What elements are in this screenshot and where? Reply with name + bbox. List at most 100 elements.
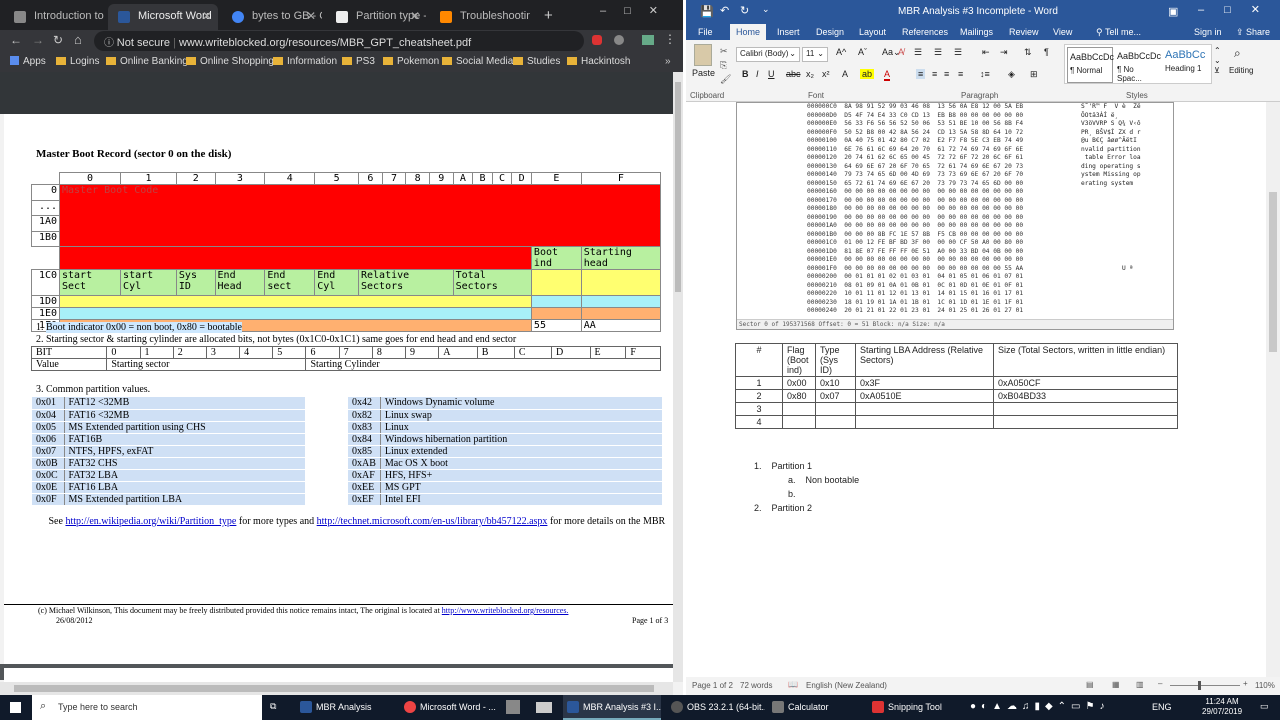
language[interactable]: English (New Zealand) [806, 681, 887, 690]
horizontal-scrollbar[interactable] [0, 682, 673, 695]
zoom-level[interactable]: 110% [1255, 681, 1275, 690]
tab-mailings[interactable]: Mailings [960, 27, 993, 37]
tab-design[interactable]: Design [816, 27, 844, 37]
increase-indent-icon[interactable]: ⇥ [1000, 47, 1008, 58]
table-cell[interactable]: 0xB04BD33 [993, 389, 1178, 403]
decrease-indent-icon[interactable]: ⇤ [982, 47, 990, 58]
tab-2[interactable]: bytes to GB - Goo...✕ [222, 4, 322, 30]
tab-layout[interactable]: Layout [859, 27, 886, 37]
align-center-icon[interactable]: ≡ [932, 69, 937, 79]
bookmark[interactable]: Information [273, 56, 337, 67]
subscript-icon[interactable]: x₂ [806, 69, 814, 79]
align-left-icon[interactable]: ≡ [916, 69, 926, 79]
share-button[interactable]: ⇪ Share [1236, 27, 1270, 38]
home-icon[interactable]: ⌂ [74, 32, 82, 47]
list-item[interactable]: 1. Partition 1 [754, 461, 812, 471]
read-mode-icon[interactable]: ▤ [1086, 680, 1094, 689]
save-icon[interactable]: 💾 [700, 5, 714, 18]
list-item[interactable]: b. [788, 489, 806, 499]
tab-0[interactable]: Introduction to P... [4, 4, 104, 30]
notification-icon[interactable]: ▭ [1260, 701, 1269, 712]
window-controls[interactable]: –□✕ [1198, 3, 1280, 16]
close-icon[interactable]: ✕ [202, 9, 212, 23]
multilevel-list-icon[interactable]: ☰ [954, 47, 962, 58]
more-bookmarks-icon[interactable]: » [665, 56, 671, 67]
bookmark[interactable]: Online Shopping [186, 56, 274, 67]
format-painter-icon[interactable]: 🖌 [720, 74, 731, 85]
print-layout-icon[interactable]: ▦ [1112, 680, 1120, 689]
editing-group-label[interactable]: Editing [1229, 66, 1253, 75]
word-count[interactable]: 72 words [740, 681, 772, 690]
grow-font-icon[interactable]: A^ [836, 47, 846, 57]
text-effects-icon[interactable]: A [842, 69, 848, 79]
underline-icon[interactable]: U [768, 69, 775, 79]
highlight-icon[interactable]: ab [860, 69, 875, 79]
vertical-scrollbar[interactable] [673, 72, 683, 682]
tab-home[interactable]: Home [730, 24, 767, 40]
proofing-icon[interactable]: 📖 [788, 680, 798, 689]
table-cell[interactable]: 0x07 [815, 389, 856, 403]
superscript-icon[interactable]: x² [822, 69, 830, 79]
zoom-slider[interactable] [1170, 681, 1240, 690]
bookmark[interactable]: Logins [56, 56, 99, 67]
undo-icon[interactable]: ↶ [720, 4, 729, 17]
shading-icon[interactable]: ◈ [1008, 69, 1015, 80]
quick-access-icon[interactable]: ⌄ [762, 4, 770, 15]
taskbar-item[interactable]: MBR Analysis [296, 695, 394, 720]
font-size-select[interactable]: 11 ⌄ [802, 47, 828, 62]
sign-in[interactable]: Sign in [1194, 27, 1222, 37]
tell-me[interactable]: ⚲ Tell me... [1096, 27, 1141, 38]
clear-format-icon[interactable]: A̸ [898, 47, 904, 57]
address-bar[interactable]: ⓘ Not secure | www.writeblocked.org/reso… [94, 31, 584, 51]
table-cell[interactable]: 0x3F [855, 376, 994, 390]
zoom-in-icon[interactable]: + [1243, 679, 1248, 688]
scroll-thumb[interactable] [675, 82, 681, 292]
web-layout-icon[interactable]: ▥ [1136, 680, 1144, 689]
search-box[interactable]: ⌕ Type here to search [32, 695, 262, 720]
tab-file[interactable]: File [698, 27, 713, 37]
zoom-out-icon[interactable]: – [1158, 679, 1162, 688]
font-color-icon[interactable]: A [884, 69, 891, 81]
window-controls[interactable]: –□✕ [600, 4, 676, 17]
back-icon[interactable]: ← [10, 33, 22, 47]
shrink-font-icon[interactable]: Aˇ [858, 47, 867, 57]
menu-icon[interactable]: ⋮ [664, 32, 676, 46]
clock[interactable]: 11:24 AM 29/07/2019 [1202, 697, 1242, 717]
word-vscroll[interactable] [1266, 102, 1280, 677]
paste-icon[interactable] [694, 44, 712, 66]
find-icon[interactable]: ⌕ [1234, 46, 1241, 61]
sort-icon[interactable]: ⇅ [1024, 47, 1032, 58]
justify-icon[interactable]: ≡ [958, 69, 963, 79]
table-cell[interactable] [782, 415, 816, 429]
line-spacing-icon[interactable]: ↕≡ [980, 69, 990, 79]
extension-icon[interactable] [592, 35, 602, 45]
bookmark[interactable]: PS3 [342, 56, 375, 67]
task-view-icon[interactable]: ⧉ [270, 701, 276, 712]
scroll-thumb[interactable] [1269, 192, 1277, 352]
list-item[interactable]: 2. Partition 2 [754, 503, 812, 513]
tab-3[interactable]: Partition type - W...✕ [326, 4, 426, 30]
forward-icon[interactable]: → [32, 33, 44, 47]
language-indicator[interactable]: ENG [1152, 702, 1172, 712]
list-item[interactable]: a. Non bootable [788, 475, 859, 485]
table-cell[interactable]: 0xA050CF [993, 376, 1178, 390]
font-name-select[interactable]: Calibri (Body) ⌄ [736, 47, 800, 62]
show-marks-icon[interactable]: ¶ [1044, 47, 1049, 57]
technet-link[interactable]: http://technet.microsoft.com/en-us/libra… [317, 516, 548, 527]
table-cell[interactable]: 2 [735, 389, 783, 403]
table-cell[interactable] [782, 402, 816, 416]
tab-4[interactable]: Troubleshooting [430, 4, 530, 30]
bookmark[interactable]: Online Banking [106, 56, 188, 67]
taskbar-item[interactable]: Snipping Tool [868, 695, 966, 720]
table-cell[interactable]: 0xA0510E [855, 389, 994, 403]
styles-scroll-icon[interactable]: ⌃ ⌄ ⊻ [1214, 46, 1221, 76]
bookmark[interactable]: Hackintosh [567, 56, 630, 67]
table-cell[interactable]: 1 [735, 376, 783, 390]
table-cell[interactable] [815, 415, 856, 429]
bookmark[interactable]: Studies [513, 56, 560, 67]
wiki-link[interactable]: http://en.wikipedia.org/wiki/Partition_t… [65, 516, 236, 527]
writeblocked-link[interactable]: http://www.writeblocked.org/resources. [442, 606, 569, 615]
table-cell[interactable] [855, 402, 994, 416]
table-cell[interactable] [993, 415, 1178, 429]
page-count[interactable]: Page 1 of 2 [692, 681, 733, 690]
